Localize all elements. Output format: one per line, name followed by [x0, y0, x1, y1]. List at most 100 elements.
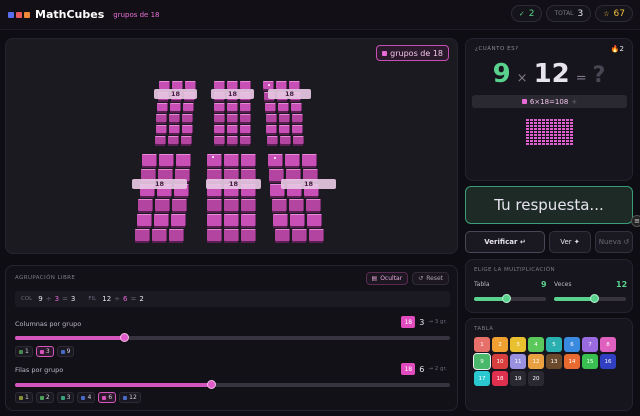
rows-option-12[interactable]: 12 — [119, 392, 141, 403]
tabla-cell-13[interactable]: 13 — [546, 354, 562, 369]
rows-badge: 18 — [401, 363, 416, 375]
rows-option-1[interactable]: 1 — [15, 392, 33, 403]
new-button[interactable]: Nueva ↺ — [595, 231, 633, 253]
columns-slider[interactable] — [15, 333, 450, 342]
tabla-cell-18[interactable]: 18 — [492, 371, 508, 386]
rows-option-4[interactable]: 4 — [77, 392, 96, 403]
columns-slider-knob[interactable] — [119, 333, 129, 342]
option-label: 3 — [66, 394, 71, 401]
product-stack — [546, 119, 549, 145]
stack-unit — [526, 137, 529, 139]
rows-option-6[interactable]: 6 — [98, 392, 117, 403]
product-stack — [542, 119, 545, 145]
cube — [172, 199, 188, 213]
columns-option-9[interactable]: 9 — [56, 346, 75, 357]
tabla-cell-4[interactable]: 4 — [528, 337, 544, 352]
tabla-cell-6[interactable]: 6 — [564, 337, 580, 352]
tabla-cell-5[interactable]: 5 — [546, 337, 562, 352]
tabla-cell-10[interactable]: 10 — [492, 354, 508, 369]
tabla-cell-16[interactable]: 16 — [600, 354, 616, 369]
cube — [176, 154, 192, 168]
cube — [155, 199, 171, 213]
tabla-cell-9[interactable]: 9 — [473, 353, 491, 370]
tabla-cell-17[interactable]: 17 — [474, 371, 490, 386]
hide-button[interactable]: ▤ Ocultar — [365, 272, 409, 285]
cube — [308, 229, 324, 243]
cube — [240, 114, 251, 124]
stack-unit — [554, 131, 557, 133]
stack-unit — [530, 143, 533, 145]
keyboard-icon[interactable]: ≡ — [631, 215, 640, 227]
cube-scene[interactable]: grupos de 18 18 18 18 18 18 18 — [5, 38, 458, 254]
stack-unit — [550, 134, 553, 136]
stack-unit — [546, 122, 549, 124]
stack-unit — [550, 128, 553, 130]
columns-unit: → 3 gr. — [428, 319, 447, 325]
answer-input[interactable]: Tu respuesta... — [465, 186, 633, 224]
rows-slider-knob[interactable] — [206, 380, 216, 389]
verify-button[interactable]: Verificar ↵ — [465, 231, 545, 253]
rows-option-3[interactable]: 3 — [56, 392, 75, 403]
show-button[interactable]: Ver ✦ — [549, 231, 591, 253]
stack-unit — [542, 143, 545, 145]
tabla-cell-20[interactable]: 20 — [528, 371, 544, 386]
streak-badge: 🔥2 — [610, 45, 624, 53]
columns-option-1[interactable]: 1 — [15, 346, 33, 357]
cube — [224, 199, 239, 213]
tabla-cell-19[interactable]: 19 — [510, 371, 526, 386]
stack-unit — [534, 140, 537, 142]
stack-unit — [530, 134, 533, 136]
stack-unit — [558, 125, 561, 127]
group-label: 18 — [154, 89, 197, 99]
tabla-cell-3[interactable]: 3 — [510, 337, 526, 352]
stack-unit — [530, 119, 533, 121]
rows-option-2[interactable]: 2 — [35, 392, 54, 403]
veces-slider-knob[interactable] — [589, 294, 599, 303]
question-panel: ¿CUÁNTO ES? 🔥2 9 × 12 = ? 6×18=108 + — [465, 38, 633, 181]
tabla-slider-knob[interactable] — [502, 294, 512, 303]
score-chip: ☆ 67 — [595, 5, 633, 22]
tabla-cell-1[interactable]: 1 — [474, 337, 490, 352]
cube — [214, 136, 225, 146]
answer-placeholder: Tu respuesta... — [494, 196, 604, 214]
tabla-slider[interactable] — [474, 294, 546, 303]
cube — [207, 199, 222, 213]
cube — [170, 103, 182, 113]
tabla-cell-7[interactable]: 7 — [582, 337, 598, 352]
col-eq: = — [62, 295, 68, 303]
tabla-cell-2[interactable]: 2 — [492, 337, 508, 352]
veces-label: Veces — [554, 281, 572, 288]
veces-slider[interactable] — [554, 294, 626, 303]
tabla-cell-8[interactable]: 8 — [600, 337, 616, 352]
equation: 9 × 12 = ? — [466, 59, 632, 89]
cube — [271, 199, 287, 213]
columns-option-3[interactable]: 3 — [35, 346, 54, 357]
rows-label: Filas por grupo — [15, 366, 64, 374]
tabla-cell-14[interactable]: 14 — [564, 354, 580, 369]
tabla-grid: 1 2 3 4 5 6 7 8 9 10 11 12 13 14 15 16 17 18 19 20 — [473, 337, 616, 386]
stack-unit — [542, 125, 545, 127]
tabla-cell-15[interactable]: 15 — [582, 354, 598, 369]
stack-unit — [554, 143, 557, 145]
option-label: 4 — [87, 394, 92, 401]
cube — [284, 154, 300, 168]
stack-unit — [538, 128, 541, 130]
stack-unit — [558, 122, 561, 124]
cube — [135, 229, 151, 243]
cube — [290, 214, 306, 228]
factor-b: 12 — [533, 59, 570, 89]
rows-slider[interactable] — [15, 380, 450, 389]
tabla-value: 9 — [541, 280, 547, 289]
cube — [142, 154, 158, 168]
square-icon — [521, 99, 527, 104]
marker-dot — [268, 84, 270, 86]
cube — [214, 81, 225, 91]
tabla-cell-12[interactable]: 12 — [528, 354, 544, 369]
marker-dot — [274, 157, 276, 159]
stack-unit — [534, 134, 537, 136]
reset-button[interactable]: ↺ Reset — [412, 272, 449, 285]
logo-dot — [24, 11, 30, 18]
tabla-cell-11[interactable]: 11 — [510, 354, 526, 369]
cube — [279, 125, 291, 135]
product-stack — [526, 119, 529, 145]
